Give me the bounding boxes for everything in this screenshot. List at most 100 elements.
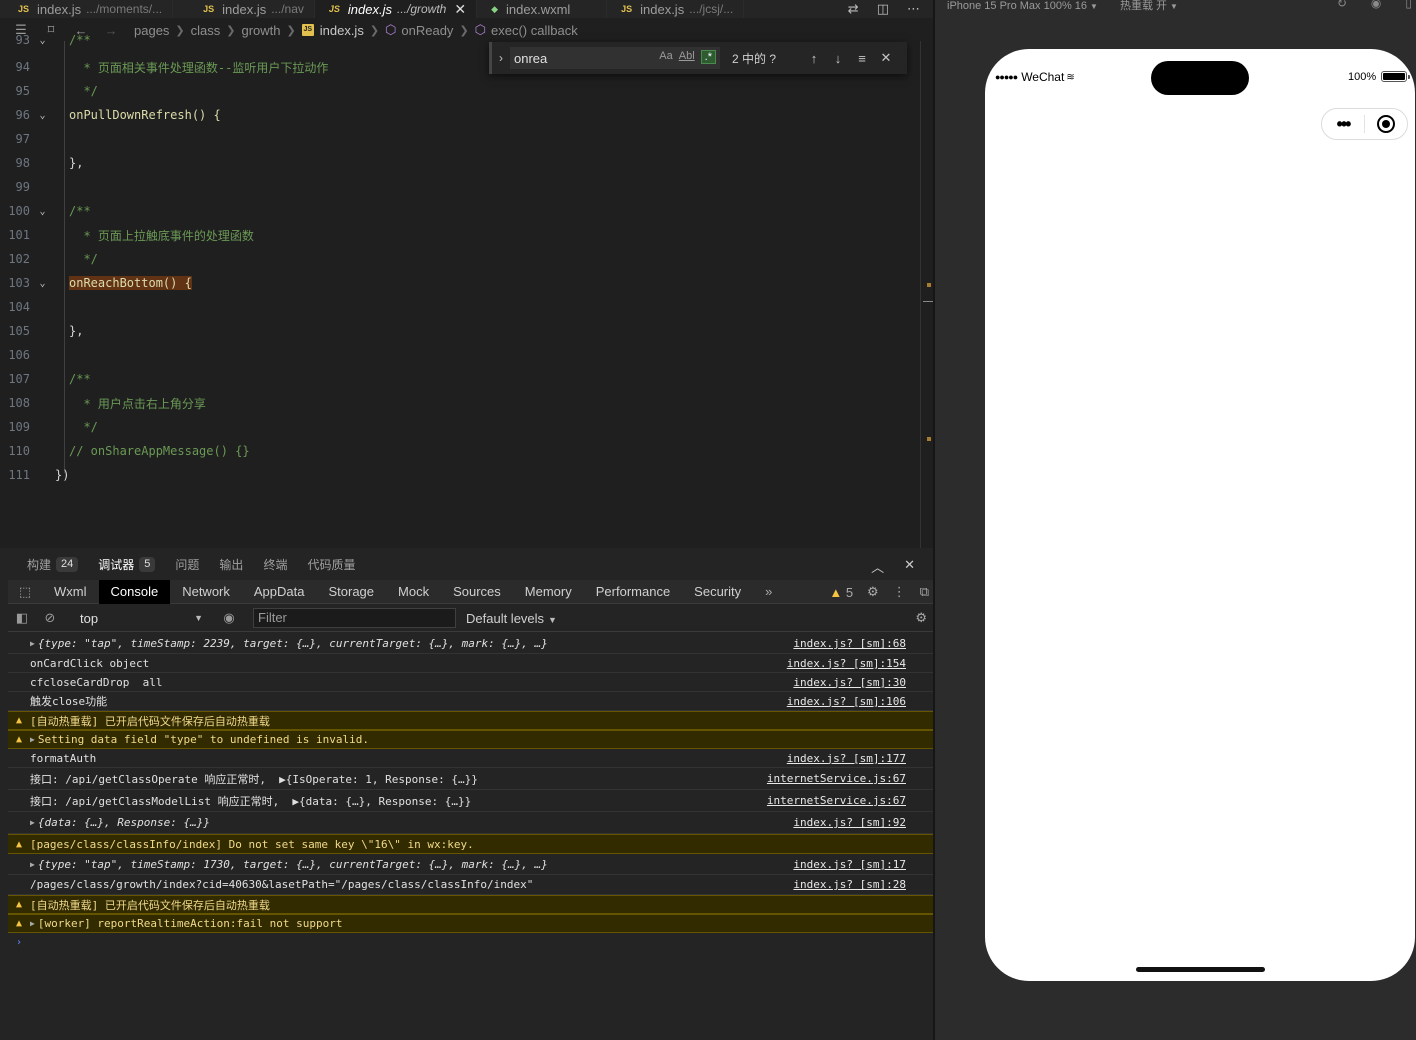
source-link[interactable]: index.js? [sm]:28	[793, 878, 906, 891]
source-link[interactable]: internetService.js:67	[767, 772, 906, 785]
tab-code-quality[interactable]: 代码质量	[307, 556, 355, 573]
warnings-counter[interactable]: ▲ 5	[829, 585, 853, 600]
console-message[interactable]: cfcloseCardDrop all index.js? [sm]:30	[8, 673, 935, 692]
refresh-icon[interactable]: ↻	[1337, 0, 1347, 10]
editor-tab[interactable]: JS index.js .../jcsj/...	[607, 0, 745, 18]
editor-tab-active[interactable]: JS index.js .../growth ✕	[314, 0, 478, 18]
expand-triangle-icon[interactable]: ▶	[30, 919, 35, 928]
phone-screen[interactable]: ●●●●● WeChat ≋ 100% •••	[985, 49, 1415, 981]
expand-triangle-icon[interactable]: ▶	[30, 735, 35, 744]
tab-appdata[interactable]: AppData	[242, 580, 317, 604]
code-line: 95 */	[15, 84, 98, 98]
eye-icon[interactable]: ◉	[215, 610, 243, 626]
source-link[interactable]: index.js? [sm]:106	[787, 695, 906, 708]
source-link[interactable]: index.js? [sm]:30	[793, 676, 906, 689]
find-in-selection-icon[interactable]: ≡	[850, 51, 874, 66]
more-icon[interactable]: •••	[1322, 114, 1364, 135]
source-link[interactable]: index.js? [sm]:154	[787, 657, 906, 670]
console-settings-icon[interactable]: ⚙	[915, 610, 927, 626]
code-line: 102 */	[8, 252, 98, 266]
tab-output[interactable]: 输出	[219, 556, 243, 573]
maximize-panel-icon[interactable]: ︿	[871, 557, 884, 576]
console-message[interactable]: 触发close功能 index.js? [sm]:106	[8, 692, 935, 711]
fold-chevron-icon[interactable]: ⌄	[30, 35, 55, 46]
editor-tab[interactable]: JS index.js .../moments/...	[0, 0, 174, 18]
console-warning[interactable]: ▲ ▶ Setting data field "type" to undefine…	[8, 730, 935, 749]
compare-icon[interactable]: ⇄	[848, 1, 859, 17]
source-link[interactable]: index.js? [sm]:92	[793, 816, 906, 829]
device-icon[interactable]: ▯	[1405, 0, 1412, 10]
regex-toggle[interactable]: .*	[700, 50, 716, 64]
tab-memory[interactable]: Memory	[513, 580, 584, 604]
expand-triangle-icon[interactable]: ▶	[30, 818, 35, 827]
console-message[interactable]: ▶ {type: "tap", timeStamp: 2239, target:…	[8, 634, 935, 654]
tab-console[interactable]: Console	[98, 579, 171, 604]
tab-problems[interactable]: 问题	[175, 556, 199, 573]
device-select[interactable]: iPhone 15 Pro Max 100% 16 ▼	[947, 0, 1098, 12]
editor-tabbar: JS index.js .../moments/... JS index.js …	[0, 0, 935, 18]
console-toolbar: ◧ ⊘ top ▼ ◉ Filter Default levels ▼ ⚙	[8, 605, 935, 632]
close-tab-icon[interactable]: ✕	[454, 1, 466, 18]
code-editor[interactable]: 93 ⌄ /** 94 * 页面相关事件处理函数--监听用户下拉动作 95 */ …	[0, 33, 920, 541]
source-link[interactable]: index.js? [sm]:17	[793, 858, 906, 871]
console-message[interactable]: /pages/class/growth/index?cid=40630&lase…	[8, 875, 935, 895]
tab-wxml[interactable]: Wxml	[42, 580, 99, 604]
tab-filename: index.js	[37, 1, 82, 17]
close-miniprogram-icon[interactable]	[1365, 115, 1407, 133]
console-message[interactable]: 接口: /api/getClassModelList 响应正常时, ▶{data…	[8, 790, 935, 812]
toggle-replace-icon[interactable]: ›	[492, 51, 510, 65]
inspect-element-icon[interactable]: ⬚	[8, 584, 42, 600]
find-input[interactable]: onrea Aa Abl .*	[510, 47, 720, 69]
console-message[interactable]: onCardClick object index.js? [sm]:154	[8, 654, 935, 673]
console-message[interactable]: 接口: /api/getClassOperate 响应正常时, ▶{IsOper…	[8, 768, 935, 790]
expand-triangle-icon[interactable]: ▶	[30, 639, 35, 648]
split-editor-icon[interactable]: ◫	[877, 1, 889, 17]
source-link[interactable]: index.js? [sm]:68	[793, 637, 906, 650]
console-message[interactable]: ▶ {type: "tap", timeStamp: 1730, target:…	[8, 854, 935, 875]
sidebar-toggle-icon[interactable]: ◧	[8, 610, 36, 626]
close-icon[interactable]: ✕	[874, 50, 898, 66]
fold-chevron-icon[interactable]: ⌄	[30, 206, 55, 217]
tab-network[interactable]: Network	[170, 580, 242, 604]
tab-build[interactable]: 构建 24	[27, 556, 79, 573]
context-select[interactable]: top ▼	[72, 608, 207, 628]
console-message[interactable]: ▶ {data: {…}, Response: {…}} index.js? […	[8, 812, 935, 834]
settings-gear-icon[interactable]: ⚙	[867, 584, 879, 600]
more-actions-icon[interactable]: ⋯	[907, 1, 920, 17]
tab-debugger[interactable]: 调试器 5	[98, 556, 156, 573]
warning-icon: ▲	[829, 584, 843, 600]
console-warning[interactable]: ▲ ▶ [worker] reportRealtimeAction:fail no…	[8, 914, 935, 933]
next-match-icon[interactable]: ↓	[826, 51, 850, 66]
more-tabs-icon[interactable]: »	[753, 580, 784, 604]
clear-console-icon[interactable]: ⊘	[36, 610, 64, 626]
source-link[interactable]: internetService.js:67	[767, 794, 906, 807]
close-panel-icon[interactable]: ✕	[904, 557, 915, 576]
log-levels-select[interactable]: Default levels ▼	[466, 611, 557, 626]
console-message[interactable]: formatAuth index.js? [sm]:177	[8, 749, 935, 768]
record-icon[interactable]: ◉	[1371, 0, 1381, 10]
tab-storage[interactable]: Storage	[316, 580, 386, 604]
hotreload-select[interactable]: 热重载 开 ▼	[1120, 0, 1178, 12]
fold-chevron-icon[interactable]: ⌄	[30, 278, 55, 289]
fold-chevron-icon[interactable]: ⌄	[30, 110, 55, 121]
filter-input[interactable]: Filter	[253, 608, 456, 628]
console-warning[interactable]: ▲ [pages/class/classInfo/index] Do not s…	[8, 834, 935, 854]
expand-triangle-icon[interactable]: ▶	[30, 860, 35, 869]
tab-security[interactable]: Security	[682, 580, 753, 604]
tab-sources[interactable]: Sources	[441, 580, 513, 604]
match-word-toggle[interactable]: Abl	[679, 50, 695, 64]
undock-icon[interactable]: ⧉	[920, 584, 929, 600]
previous-match-icon[interactable]: ↑	[802, 51, 826, 66]
source-link[interactable]: index.js? [sm]:177	[787, 752, 906, 765]
match-case-toggle[interactable]: Aa	[659, 50, 672, 64]
kebab-menu-icon[interactable]: ⋮	[893, 584, 906, 600]
editor-tab[interactable]: JS index.js .../nav	[173, 0, 315, 18]
count-badge: 24	[56, 556, 79, 572]
editor-tab[interactable]: ◆ index.wxml	[477, 0, 608, 18]
tab-performance[interactable]: Performance	[584, 580, 682, 604]
console-prompt-row[interactable]: ›	[8, 933, 935, 951]
tab-terminal[interactable]: 终端	[263, 556, 287, 573]
console-warning[interactable]: ▲ [自动热重载] 已开启代码文件保存后自动热重载	[8, 711, 935, 730]
tab-mock[interactable]: Mock	[386, 580, 441, 604]
console-warning[interactable]: ▲ [自动热重载] 已开启代码文件保存后自动热重载	[8, 895, 935, 914]
